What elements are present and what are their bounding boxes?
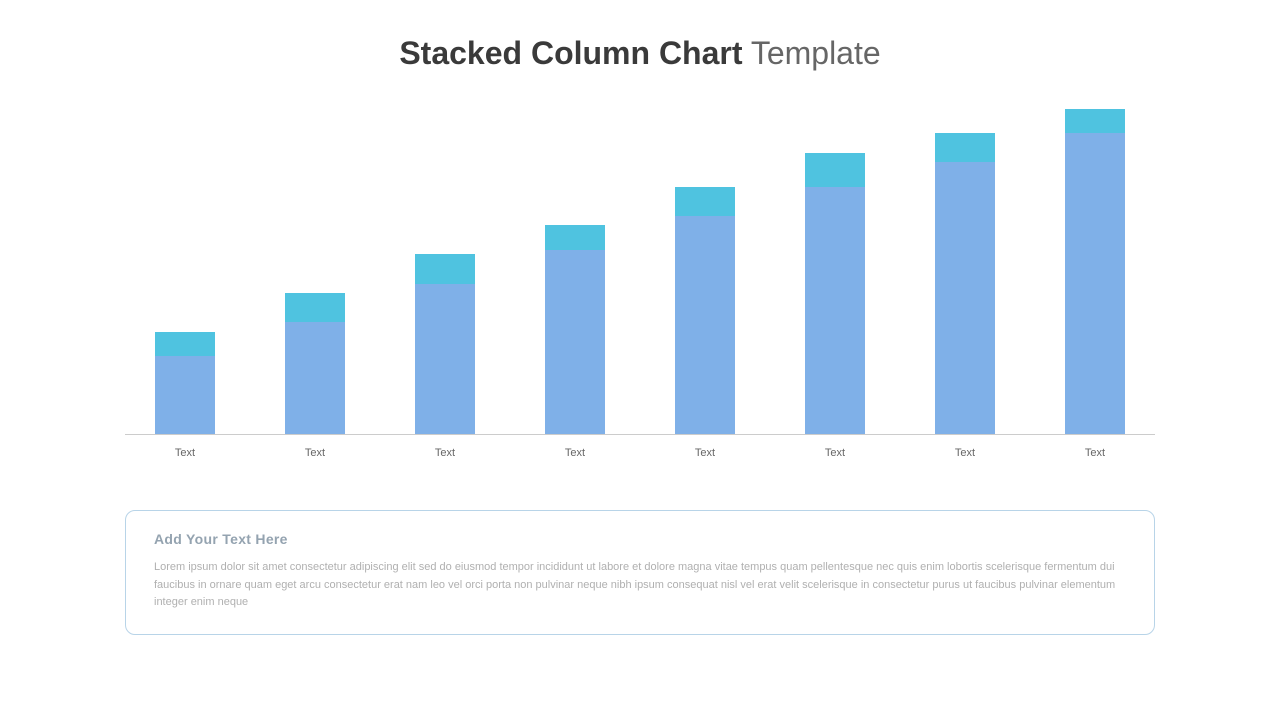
bar-group (1065, 109, 1125, 434)
bar-group (415, 254, 475, 434)
bar-group (285, 293, 345, 434)
bar-group (805, 153, 865, 434)
chart: TextTextTextTextTextTextTextText (125, 105, 1155, 455)
title-light: Template (743, 35, 881, 71)
x-axis-label: Text (935, 447, 995, 459)
page-title: Stacked Column Chart Template (0, 0, 1280, 72)
bar-segment-upper (285, 293, 345, 322)
bar-group (545, 225, 605, 434)
bar-group (935, 133, 995, 434)
bar-segment-upper (415, 254, 475, 283)
bar-segment-lower (935, 162, 995, 434)
x-axis-label: Text (675, 447, 735, 459)
bar-segment-lower (285, 322, 345, 434)
x-axis-label: Text (155, 447, 215, 459)
bar-group (155, 332, 215, 434)
bar-segment-upper (1065, 109, 1125, 133)
bar-segment-lower (415, 284, 475, 434)
title-bold: Stacked Column Chart (399, 35, 742, 71)
x-axis-label: Text (285, 447, 345, 459)
bar-segment-lower (1065, 133, 1125, 434)
bar-segment-upper (545, 225, 605, 249)
x-axis-label: Text (1065, 447, 1125, 459)
bar-segment-upper (935, 133, 995, 162)
bar-segment-upper (805, 153, 865, 187)
bar-segment-lower (805, 187, 865, 435)
bar-segment-lower (155, 356, 215, 434)
bar-segment-upper (155, 332, 215, 356)
bar-segment-lower (675, 216, 735, 434)
description-heading: Add Your Text Here (154, 531, 1126, 547)
x-axis-label: Text (805, 447, 865, 459)
chart-x-labels: Text Text Text Text Text Text Text Text (125, 435, 1155, 459)
description-box: Add Your Text Here Lorem ipsum dolor sit… (125, 510, 1155, 635)
bar-segment-upper (675, 187, 735, 216)
x-axis-label: Text (415, 447, 475, 459)
chart-bars (125, 105, 1155, 435)
description-body: Lorem ipsum dolor sit amet consectetur a… (154, 559, 1126, 612)
bar-group (675, 187, 735, 434)
x-axis-label: Text (545, 447, 605, 459)
bar-segment-lower (545, 250, 605, 434)
